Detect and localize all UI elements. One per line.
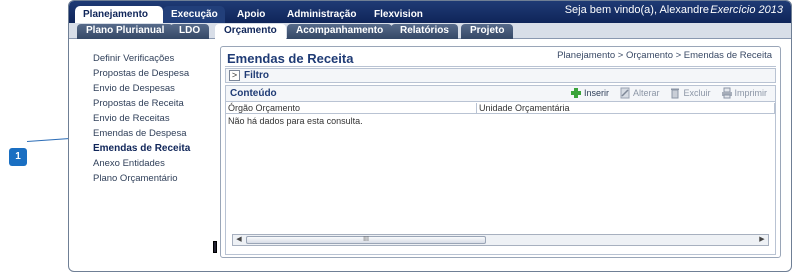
sidebar-item-emendas-despesa[interactable]: Emendas de Despesa [93, 128, 223, 143]
column-divider[interactable] [774, 103, 775, 114]
main-panel: Emendas de Receita Planejamento > Orçame… [220, 46, 781, 258]
scroll-thumb[interactable]: III [246, 236, 486, 244]
column-header-orgao[interactable]: Órgão Orçamento [228, 103, 300, 113]
trash-icon [671, 88, 680, 99]
tab-plano-plurianual[interactable]: Plano Plurianual [77, 24, 174, 39]
sidebar: Definir Verificações Propostas de Despes… [93, 53, 223, 188]
sidebar-item-plano-orcamentario[interactable]: Plano Orçamentário [93, 173, 223, 188]
tab-planejamento[interactable]: Planejamento [75, 6, 163, 23]
page-title: Emendas de Receita [227, 51, 354, 66]
delete-label: Excluir [683, 88, 711, 98]
sidebar-item-propostas-receita[interactable]: Propostas de Receita [93, 98, 223, 113]
scroll-right-icon[interactable]: ▶ [757, 236, 767, 244]
filter-panel[interactable]: > Filtro [225, 68, 776, 83]
edit-button[interactable]: Alterar [619, 87, 660, 99]
column-header-unidade[interactable]: Unidade Orçamentária [479, 103, 570, 113]
breadcrumb: Planejamento > Orçamento > Emendas de Re… [557, 50, 772, 61]
table-header: Órgão Orçamento Unidade Orçamentária [226, 103, 775, 114]
scroll-left-icon[interactable]: ◀ [234, 236, 244, 244]
title-divider [225, 66, 776, 67]
print-button[interactable]: Imprimir [721, 87, 768, 99]
tab-ldo[interactable]: LDO [170, 24, 210, 39]
tab-projeto[interactable]: Projeto [461, 24, 514, 39]
welcome-message: Seja bem vindo(a), Alexandre [564, 4, 709, 16]
content-header: Conteúdo Inserir Alterar Excluir Imprimi… [226, 86, 775, 102]
tab-orcamento[interactable]: Orçamento [215, 24, 286, 39]
print-label: Imprimir [734, 88, 768, 98]
delete-button[interactable]: Excluir [669, 87, 711, 99]
app-window: Planejamento Execução Apoio Administraçã… [68, 0, 792, 272]
expand-icon[interactable]: > [229, 70, 240, 81]
sub-nav-bar: Plano Plurianual LDO Orçamento Acompanha… [69, 23, 791, 39]
tab-flexvision[interactable]: Flexvision [366, 6, 431, 23]
sidebar-item-propostas-despesa[interactable]: Propostas de Despesa [93, 68, 223, 83]
sidebar-item-envio-receitas[interactable]: Envio de Receitas [93, 113, 223, 128]
content-toolbar: Inserir Alterar Excluir Imprimir [570, 87, 767, 99]
filter-label[interactable]: Filtro [244, 70, 269, 81]
tab-acompanhamento[interactable]: Acompanhamento [287, 24, 393, 39]
sidebar-item-anexo-entidades[interactable]: Anexo Entidades [93, 158, 223, 173]
content-label: Conteúdo [230, 88, 277, 99]
exercise-year: Exercício 2013 [710, 4, 783, 16]
annotation-marker: 1 [9, 148, 27, 166]
tab-execucao[interactable]: Execução [163, 6, 225, 23]
edit-icon [620, 87, 630, 99]
tab-relatorios[interactable]: Relatórios [391, 24, 458, 39]
sidebar-collapse-handle[interactable] [213, 241, 217, 253]
printer-icon [721, 87, 732, 99]
empty-table-message: Não há dados para esta consulta. [228, 116, 363, 126]
insert-button[interactable]: Inserir [570, 87, 609, 99]
insert-label: Inserir [583, 88, 609, 98]
top-nav-bar: Planejamento Execução Apoio Administraçã… [69, 1, 791, 23]
tab-administracao[interactable]: Administração [279, 6, 364, 23]
edit-label: Alterar [632, 88, 660, 98]
sidebar-item-envio-despesas[interactable]: Envio de Despesas [93, 83, 223, 98]
tab-apoio[interactable]: Apoio [229, 6, 273, 23]
sidebar-item-definir-verificacoes[interactable]: Definir Verificações [93, 53, 223, 68]
sidebar-item-emendas-receita[interactable]: Emendas de Receita [93, 143, 223, 158]
column-divider[interactable] [476, 103, 477, 114]
horizontal-scrollbar[interactable]: ◀ III ▶ [232, 234, 769, 246]
plus-icon [570, 88, 581, 98]
content-panel: Conteúdo Inserir Alterar Excluir Imprimi… [225, 85, 776, 255]
